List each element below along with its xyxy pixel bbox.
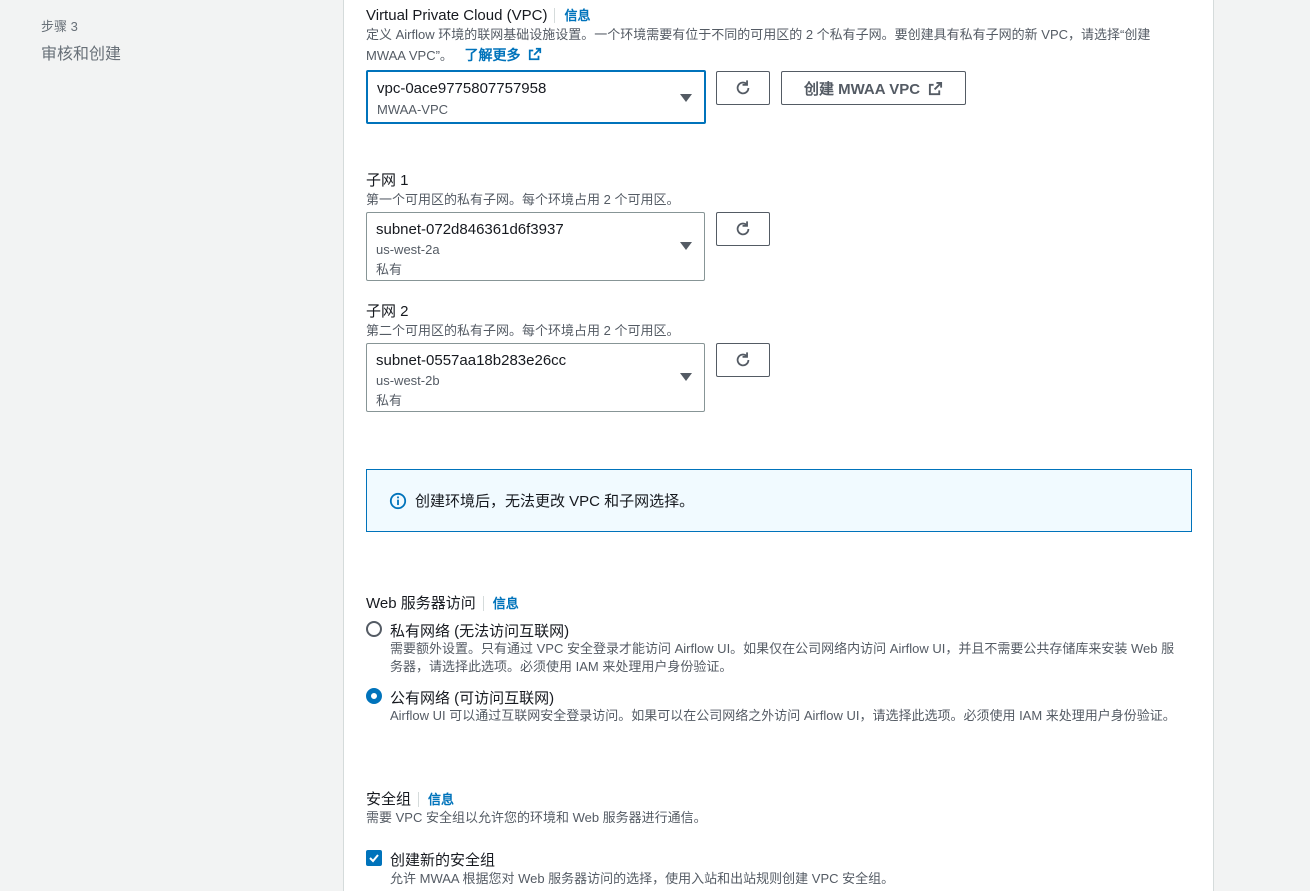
vpc-header: Virtual Private Cloud (VPC) 信息 — [366, 5, 591, 25]
step-label: 步骤 3 — [41, 19, 78, 34]
private-network-description: 需要额外设置。只有通过 VPC 安全登录才能访问 Airflow UI。如果仅在… — [390, 641, 1175, 674]
security-group-info-link[interactable]: 信息 — [418, 792, 455, 807]
refresh-icon — [736, 221, 750, 236]
security-group-label: 安全组 — [366, 791, 412, 808]
wizard-nav: 步骤 3 审核和创建 — [0, 0, 344, 891]
refresh-vpc-button[interactable] — [716, 71, 770, 105]
vpc-select[interactable]: vpc-0ace9775807757958 MWAA-VPC — [366, 70, 706, 124]
refresh-subnet2-button[interactable] — [716, 343, 770, 377]
web-access-label: Web 服务器访问 — [366, 595, 476, 612]
caret-down-icon — [680, 373, 692, 381]
external-link-icon — [529, 47, 542, 61]
subnet1-select[interactable]: subnet-072d846361d6f3937 us-west-2a 私有 — [366, 212, 705, 281]
subnet1-description: 第一个可用区的私有子网。每个环境占用 2 个可用区。 — [366, 192, 680, 207]
info-circle-icon — [389, 492, 407, 509]
subnet1-type: 私有 — [376, 262, 403, 277]
step-title-review-create[interactable]: 审核和创建 — [41, 40, 121, 64]
vpc-description: 定义 Airflow 环境的联网基础设施设置。一个环境需要有位于不同的可用区的 … — [366, 24, 1166, 66]
caret-down-icon — [680, 242, 692, 250]
caret-down-icon — [680, 94, 692, 102]
subnet1-select-value: subnet-072d846361d6f3937 — [376, 221, 564, 238]
public-network-title[interactable]: 公有网络 (可访问互联网) — [390, 687, 554, 708]
vpc-select-name: MWAA-VPC — [377, 102, 449, 117]
refresh-subnet1-button[interactable] — [716, 212, 770, 246]
checkmark-icon — [369, 854, 379, 863]
web-access-info-link[interactable]: 信息 — [482, 596, 519, 611]
subnet2-type: 私有 — [376, 393, 403, 408]
subnet2-description: 第二个可用区的私有子网。每个环境占用 2 个可用区。 — [366, 323, 680, 338]
create-security-group-label[interactable]: 创建新的安全组 — [390, 849, 495, 870]
subnet1-label: 子网 1 — [366, 172, 409, 189]
subnet2-select-value: subnet-0557aa18b283e26cc — [376, 352, 567, 369]
private-network-title[interactable]: 私有网络 (无法访问互联网) — [390, 620, 569, 641]
public-network-description: Airflow UI 可以通过互联网安全登录访问。如果可以在公司网络之外访问 A… — [390, 708, 1176, 723]
alert-text: 创建环境后，无法更改 VPC 和子网选择。 — [415, 493, 695, 510]
vpc-label: Virtual Private Cloud (VPC) — [366, 7, 548, 24]
external-link-icon — [929, 81, 943, 95]
radio-private-network[interactable] — [366, 621, 382, 637]
create-security-group-checkbox[interactable] — [366, 850, 382, 866]
vpc-info-link[interactable]: 信息 — [554, 8, 591, 23]
refresh-icon — [736, 352, 750, 367]
web-access-header: Web 服务器访问 信息 — [366, 592, 519, 613]
subnet1-zone: us-west-2a — [376, 242, 440, 257]
vpc-immutable-alert: 创建环境后，无法更改 VPC 和子网选择。 — [366, 469, 1192, 532]
radio-public-network[interactable] — [366, 688, 382, 704]
create-mwaa-vpc-button[interactable]: 创建 MWAA VPC — [781, 71, 966, 105]
subnet2-label: 子网 2 — [366, 303, 409, 320]
learn-more-text: 了解更多 — [464, 47, 521, 63]
create-security-group-description: 允许 MWAA 根据您对 Web 服务器访问的选择，使用入站和出站规则创建 VP… — [390, 871, 895, 886]
subnet2-zone: us-west-2b — [376, 373, 440, 388]
refresh-icon — [736, 80, 750, 95]
create-mwaa-vpc-label: 创建 MWAA VPC — [803, 80, 921, 98]
security-group-description: 需要 VPC 安全组以允许您的环境和 Web 服务器进行通信。 — [366, 810, 707, 825]
learn-more-link[interactable]: 了解更多 — [465, 47, 543, 63]
vpc-select-value: vpc-0ace9775807757958 — [377, 80, 547, 97]
networking-panel: Virtual Private Cloud (VPC) 信息 定义 Airflow… — [343, 0, 1214, 891]
security-group-header: 安全组 信息 — [366, 788, 455, 809]
subnet2-select[interactable]: subnet-0557aa18b283e26cc us-west-2b 私有 — [366, 343, 705, 412]
